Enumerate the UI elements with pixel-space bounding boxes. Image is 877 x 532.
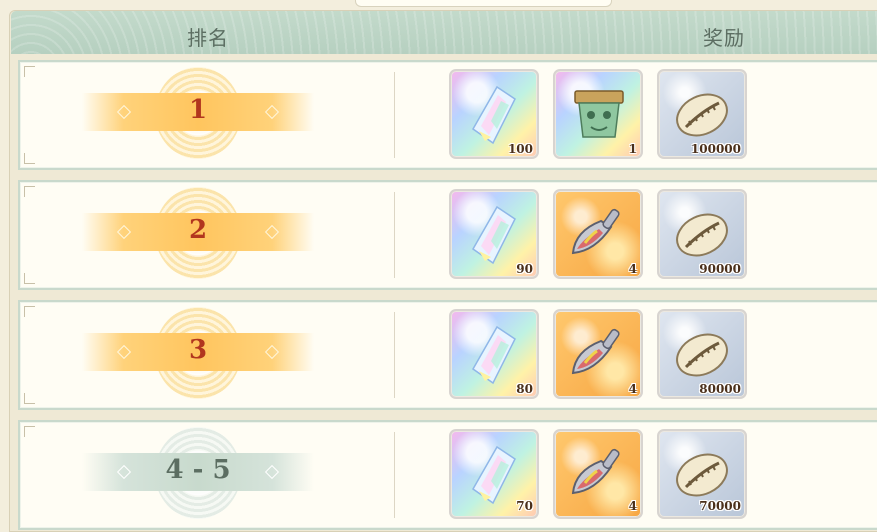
item-quantity: 100000 xyxy=(690,142,741,156)
reward-item-rainbow-crystal[interactable]: 90 xyxy=(449,189,539,279)
corner-ornament xyxy=(24,273,35,284)
rank-range: 4 - 5 xyxy=(165,455,231,485)
reward-item-cowrie-shell[interactable]: 100000 xyxy=(657,69,747,159)
reward-item-cowrie-shell[interactable]: 80000 xyxy=(657,309,747,399)
corner-ornament xyxy=(24,66,35,77)
reward-item-cowrie-shell[interactable]: 90000 xyxy=(657,189,747,279)
corner-ornament xyxy=(24,393,35,404)
rank-number: 1 xyxy=(188,95,208,125)
reward-item-scoop[interactable]: 4 xyxy=(553,189,643,279)
rank-banner: 1 xyxy=(82,93,314,131)
item-quantity: 4 xyxy=(628,382,637,396)
rank-number: 3 xyxy=(188,335,208,365)
item-quantity: 90000 xyxy=(699,262,741,276)
rank-column-header: 排名 xyxy=(187,26,229,50)
reward-item-rainbow-crystal[interactable]: 100 xyxy=(449,69,539,159)
reward-column-header: 奖励 xyxy=(703,26,745,50)
item-quantity: 70 xyxy=(516,499,533,513)
reward-item-rainbow-crystal[interactable]: 70 xyxy=(449,429,539,519)
corner-ornament xyxy=(24,426,35,437)
reward-item-rainbow-crystal[interactable]: 80 xyxy=(449,309,539,399)
rank-banner: 4 - 5 xyxy=(82,453,314,491)
reward-row-3: 3 80 4 80000 xyxy=(18,300,877,410)
top-tab-edge xyxy=(355,0,612,7)
item-quantity: 90 xyxy=(516,262,533,276)
column-divider xyxy=(394,312,395,398)
item-quantity: 100 xyxy=(507,142,533,156)
reward-row-2: 2 90 4 90000 xyxy=(18,180,877,290)
reward-item-cowrie-shell[interactable]: 70000 xyxy=(657,429,747,519)
reward-row-1: 1 100 1 100000 xyxy=(18,60,877,170)
reward-item-scoop[interactable]: 4 xyxy=(553,309,643,399)
rank-banner: 3 xyxy=(82,333,314,371)
rank-banner: 2 xyxy=(82,213,314,251)
column-divider xyxy=(394,192,395,278)
item-quantity: 80 xyxy=(516,382,533,396)
reward-item-scoop[interactable]: 4 xyxy=(553,429,643,519)
item-quantity: 1 xyxy=(628,142,637,156)
rank-number: 2 xyxy=(188,215,208,245)
corner-ornament xyxy=(24,306,35,317)
reward-row-4: 4 - 5 70 4 70000 xyxy=(18,420,877,530)
item-quantity: 4 xyxy=(628,262,637,276)
table-header: 排名 奖励 xyxy=(11,11,877,54)
corner-ornament xyxy=(24,153,35,164)
reward-item-bronze-ding[interactable]: 1 xyxy=(553,69,643,159)
column-divider xyxy=(394,72,395,158)
item-quantity: 80000 xyxy=(699,382,741,396)
corner-ornament xyxy=(24,186,35,197)
item-quantity: 70000 xyxy=(699,499,741,513)
item-quantity: 4 xyxy=(628,499,637,513)
column-divider xyxy=(394,432,395,518)
